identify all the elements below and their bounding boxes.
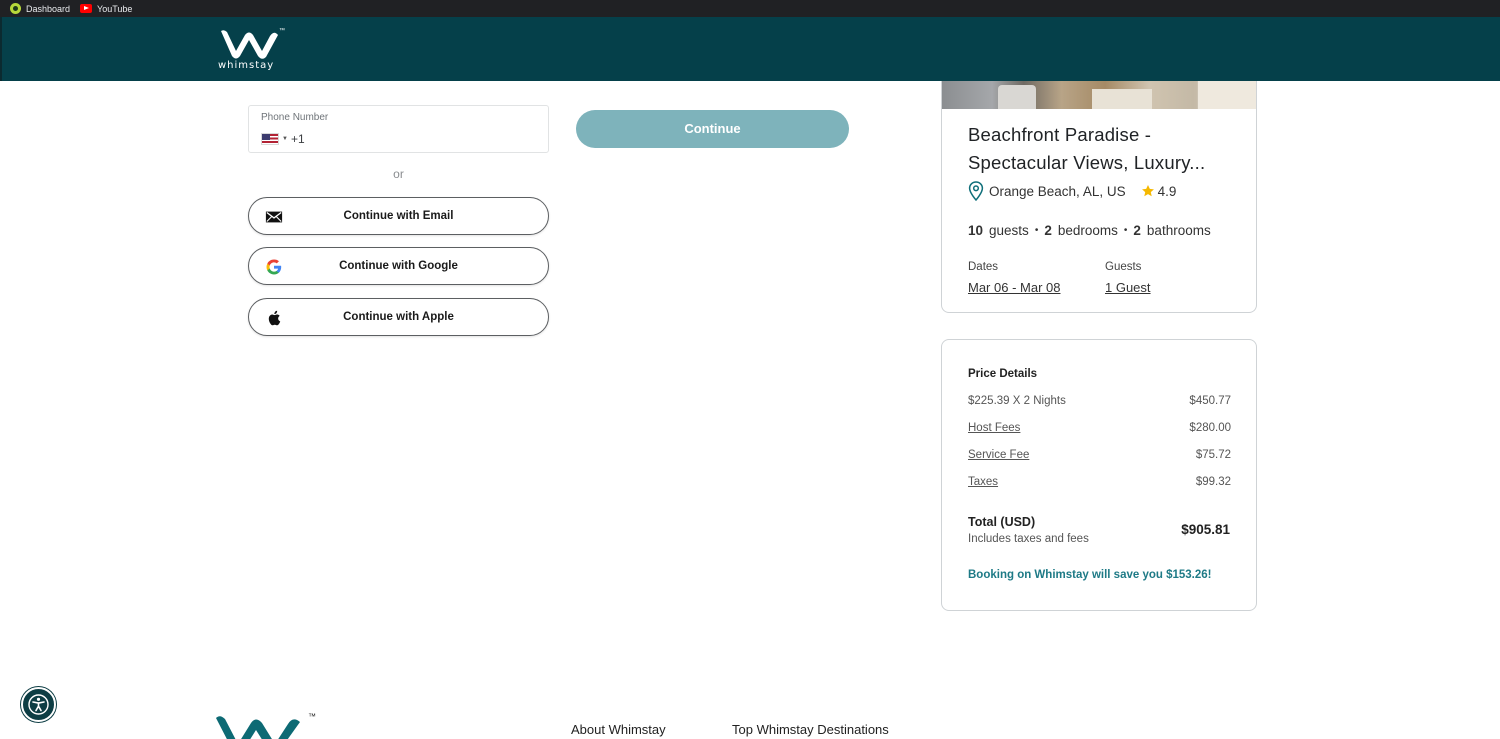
bookmark-label: Dashboard — [26, 3, 71, 14]
separator-dot: • — [1034, 225, 1039, 236]
guests-count: 10 — [968, 223, 984, 238]
total-subtext: Includes taxes and fees — [968, 533, 1089, 545]
email-button-label: Continue with Email — [343, 210, 454, 222]
continue-with-email-button[interactable]: Continue with Email — [248, 197, 549, 235]
price-details-title: Price Details — [968, 368, 1038, 380]
map-pin-icon — [968, 181, 984, 201]
listing-card: Beachfront Paradise - Spectacular Views,… — [941, 81, 1257, 313]
footer-logo-tm: ™ — [308, 712, 316, 721]
continue-button[interactable]: Continue — [576, 110, 849, 148]
price-row-nights: $225.39 X 2 Nights $450.77 — [968, 395, 1231, 407]
dashboard-icon — [10, 3, 21, 14]
photo-sofa — [998, 85, 1036, 109]
guests-link[interactable]: 1 Guest — [1105, 280, 1151, 295]
separator-dot: • — [1123, 225, 1128, 236]
price-row-value: $75.72 — [1195, 449, 1231, 461]
rating-value: 4.9 — [1157, 183, 1177, 199]
google-icon — [266, 259, 282, 275]
whimstay-logo[interactable]: ™ whimstay — [218, 27, 288, 73]
bedrooms-count: 2 — [1044, 223, 1052, 238]
bedrooms-unit: bedrooms — [1057, 223, 1118, 238]
price-row-value: $99.32 — [1195, 476, 1231, 488]
bookmark-dashboard[interactable]: Dashboard — [10, 3, 71, 14]
apple-icon — [268, 310, 281, 326]
logo-tm: ™ — [279, 28, 285, 34]
taxes-link[interactable]: Taxes — [968, 476, 998, 488]
bookmark-youtube[interactable]: YouTube — [80, 4, 132, 14]
bookmark-label: YouTube — [97, 3, 133, 14]
guests-unit: guests — [989, 223, 1029, 238]
apple-button-label: Continue with Apple — [343, 311, 454, 323]
footer-logo[interactable]: ™ — [214, 712, 324, 739]
price-row-value: $280.00 — [1189, 422, 1231, 434]
savings-message: Booking on Whimstay will save you $153.2… — [968, 569, 1212, 581]
photo-cabinet — [1197, 81, 1256, 109]
continue-with-google-button[interactable]: Continue with Google — [248, 247, 549, 285]
us-flag-icon — [261, 133, 279, 145]
host-fees-link[interactable]: Host Fees — [968, 422, 1020, 434]
phone-number-field[interactable]: Phone Number ▼ +1 — [248, 105, 549, 153]
envelope-icon — [265, 211, 283, 223]
photo-table — [1092, 89, 1152, 109]
bookmarks-bar: Dashboard YouTube — [0, 0, 1500, 17]
price-row-service-fee: Service Fee $75.72 — [968, 449, 1231, 461]
dates-label: Dates — [968, 261, 999, 273]
whimstay-w-icon — [221, 30, 278, 59]
location-text: Orange Beach, AL, US — [989, 183, 1126, 199]
youtube-icon — [80, 4, 93, 13]
accessibility-button[interactable] — [21, 687, 56, 722]
location-row: Orange Beach, AL, US 4.9 — [968, 181, 1176, 201]
google-button-label: Continue with Google — [339, 260, 458, 272]
price-row-label: $225.39 X 2 Nights — [968, 395, 1066, 407]
listing-title[interactable]: Beachfront Paradise - Spectacular Views,… — [968, 121, 1238, 177]
bathrooms-count: 2 — [1133, 223, 1141, 238]
country-code-selector[interactable]: ▼ +1 — [261, 132, 305, 146]
total-value: $905.81 — [1181, 522, 1230, 537]
footer-whimstay-w-icon — [216, 716, 300, 739]
country-code: +1 — [290, 132, 305, 146]
price-details-card: Price Details $225.39 X 2 Nights $450.77… — [941, 339, 1257, 611]
rating: 4.9 — [1141, 183, 1177, 199]
property-stats: 10 guests • 2 bedrooms • 2 bathrooms — [968, 223, 1211, 238]
dates-link[interactable]: Mar 06 - Mar 08 — [968, 280, 1060, 295]
phone-number-label: Phone Number — [261, 112, 329, 123]
star-icon — [1141, 185, 1154, 197]
footer-about-link[interactable]: About Whimstay — [571, 722, 666, 737]
service-fee-link[interactable]: Service Fee — [968, 449, 1029, 461]
price-row-taxes: Taxes $99.32 — [968, 476, 1231, 488]
bathrooms-unit: bathrooms — [1146, 223, 1211, 238]
logo-wordmark: whimstay — [218, 60, 275, 71]
price-row-host-fees: Host Fees $280.00 — [968, 422, 1231, 434]
total-label: Total (USD) — [968, 515, 1036, 529]
site-header: ™ whimstay — [0, 17, 1500, 81]
footer-destinations-link[interactable]: Top Whimstay Destinations — [732, 722, 889, 737]
listing-photo — [942, 81, 1256, 109]
price-row-value: $450.77 — [1189, 395, 1231, 407]
accessibility-icon — [28, 694, 49, 715]
or-divider: or — [393, 167, 404, 181]
chevron-down-icon: ▼ — [282, 136, 288, 142]
continue-with-apple-button[interactable]: Continue with Apple — [248, 298, 549, 336]
guests-label: Guests — [1105, 261, 1142, 273]
